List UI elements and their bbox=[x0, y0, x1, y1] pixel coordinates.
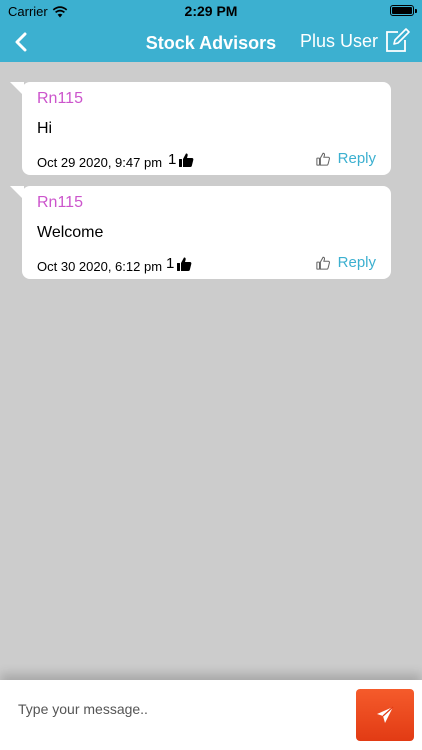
plus-user-button[interactable]: Plus User bbox=[300, 28, 410, 54]
chat-area[interactable]: Rn115 Hi Oct 29 2020, 9:47 pm 1 Reply Rn… bbox=[0, 62, 422, 680]
like-count-value: 1 bbox=[166, 255, 175, 272]
message-author: Rn115 bbox=[37, 90, 83, 107]
message-bubble: Rn115 Welcome Oct 30 2020, 6:12 pm 1 Rep… bbox=[10, 186, 391, 280]
message-date: Oct 29 2020, 9:47 pm bbox=[37, 155, 163, 170]
reply-button[interactable]: Reply bbox=[315, 150, 376, 167]
battery-icon bbox=[390, 5, 417, 16]
reply-button[interactable]: Reply bbox=[315, 254, 376, 271]
status-time: 2:29 PM bbox=[184, 3, 238, 19]
message-text: Hi bbox=[37, 120, 53, 137]
like-count-value: 1 bbox=[168, 151, 177, 168]
thumbs-up-filled-icon bbox=[177, 256, 192, 271]
reply-label[interactable]: Reply bbox=[338, 254, 376, 271]
plus-user-label: Plus User bbox=[299, 30, 378, 51]
message-author: Rn115 bbox=[37, 194, 83, 211]
thumbs-up-outline-icon[interactable] bbox=[315, 256, 330, 270]
thumbs-up-outline-icon[interactable] bbox=[315, 152, 330, 166]
thumbs-up-filled-icon bbox=[179, 152, 194, 167]
message-composer bbox=[0, 680, 422, 750]
message-meta: Oct 29 2020, 9:47 pm 1 Reply bbox=[37, 146, 376, 176]
reply-label[interactable]: Reply bbox=[338, 150, 376, 167]
message-input[interactable] bbox=[18, 696, 338, 722]
message-bubble: Rn115 Hi Oct 29 2020, 9:47 pm 1 Reply bbox=[10, 82, 391, 176]
send-icon bbox=[377, 706, 394, 723]
compose-icon bbox=[386, 28, 410, 52]
send-button[interactable] bbox=[356, 689, 414, 741]
nav-bar: Stock Advisors Plus User bbox=[0, 22, 422, 62]
message-text: Welcome bbox=[37, 224, 104, 241]
like-count: 1 bbox=[168, 151, 194, 168]
message-meta: Oct 30 2020, 6:12 pm 1 Reply bbox=[37, 250, 376, 280]
like-count: 1 bbox=[166, 255, 192, 272]
status-bar: Carrier 2:29 PM bbox=[0, 0, 422, 22]
message-date: Oct 30 2020, 6:12 pm bbox=[37, 259, 163, 274]
